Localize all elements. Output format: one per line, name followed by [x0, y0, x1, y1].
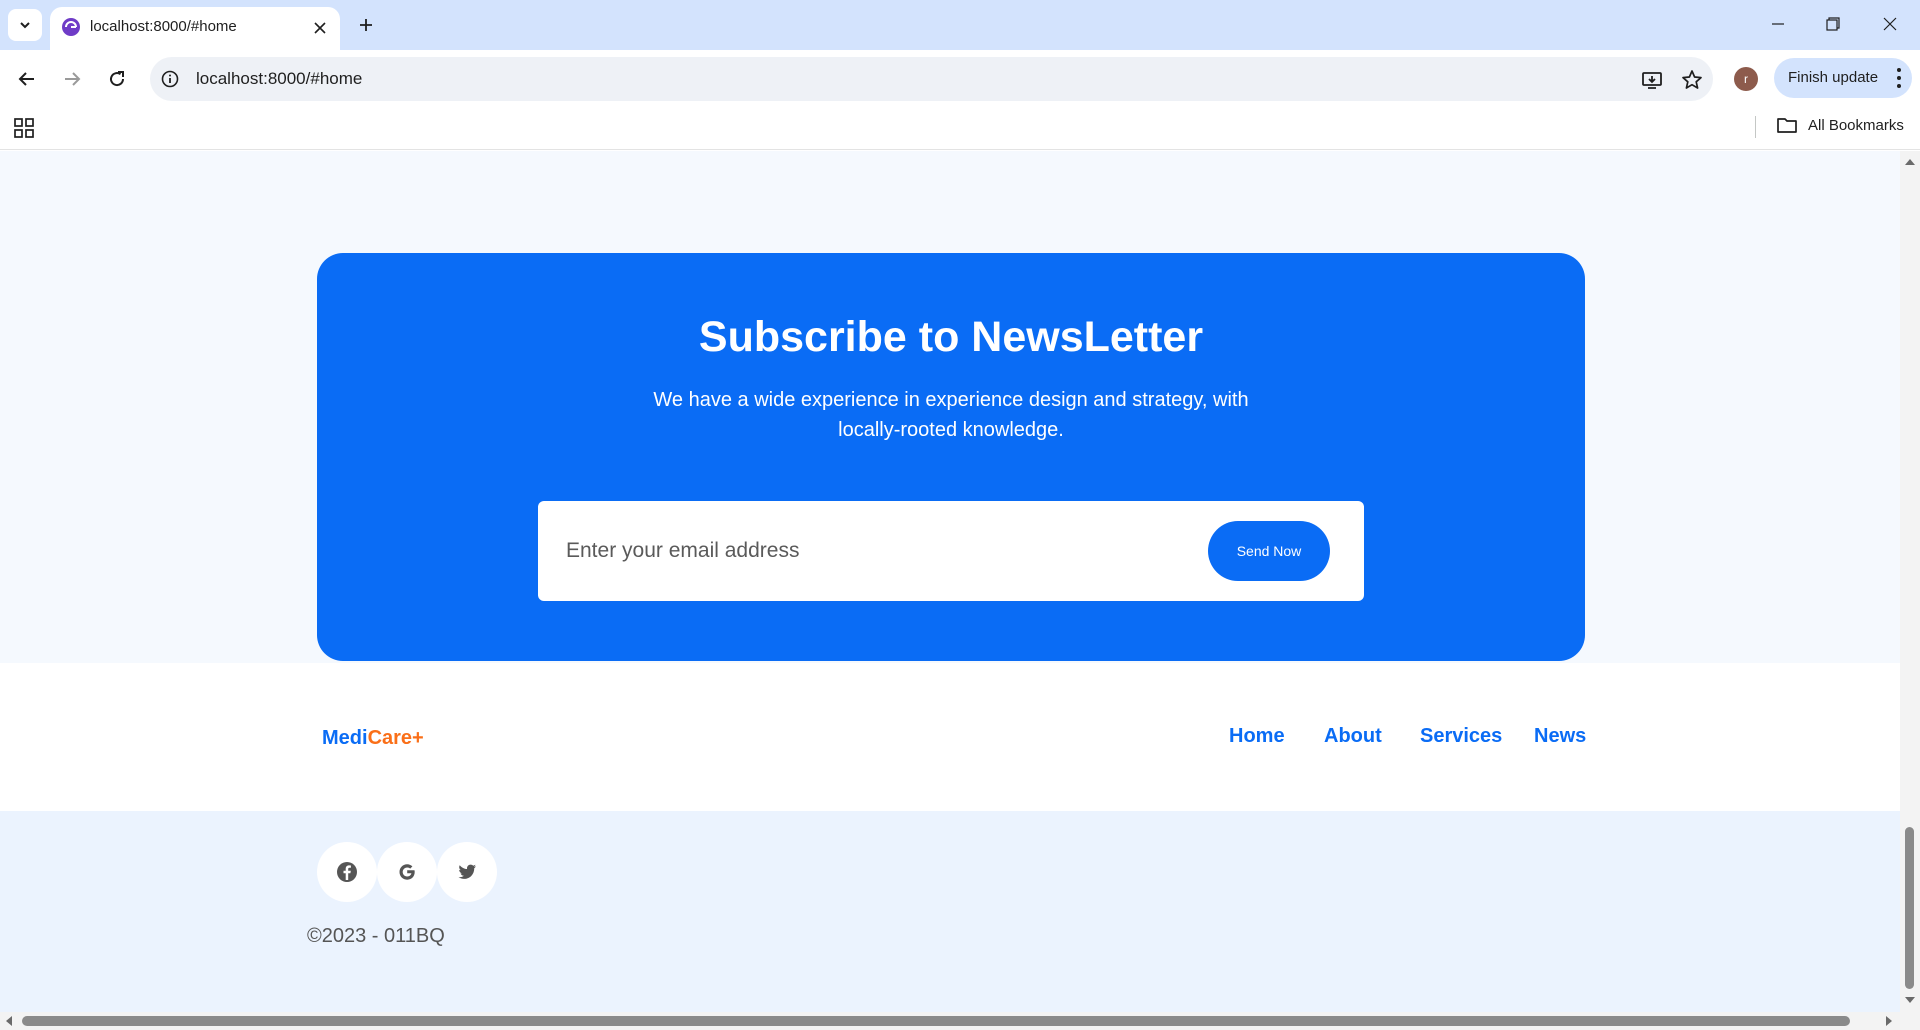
brand-name-part1: Medi — [322, 727, 368, 749]
close-icon — [1883, 17, 1897, 31]
restore-button[interactable] — [1813, 8, 1853, 40]
bookmarks-bar: All Bookmarks — [0, 108, 1920, 150]
newsletter-form: Send Now — [538, 501, 1364, 601]
close-window-button[interactable] — [1870, 8, 1910, 40]
footer-nav: MediCare+ Home About Services News — [0, 663, 1900, 811]
footer-link-home[interactable]: Home — [1229, 725, 1285, 748]
scroll-left-arrow-icon[interactable] — [6, 1016, 12, 1026]
horizontal-scroll-thumb[interactable] — [22, 1016, 1850, 1026]
arrow-right-icon — [65, 72, 81, 86]
finish-update-button[interactable]: Finish update — [1774, 58, 1912, 98]
brand-name-part2: Care+ — [367, 727, 424, 749]
footer-link-services[interactable]: Services — [1420, 725, 1502, 748]
footer-link-news[interactable]: News — [1534, 725, 1586, 748]
restore-icon — [1826, 17, 1840, 31]
newsletter-title: Subscribe to NewsLetter — [698, 313, 1204, 361]
site-favicon-icon — [62, 18, 80, 36]
twitter-icon — [458, 864, 476, 879]
active-tab[interactable]: localhost:8000/#home — [50, 7, 340, 50]
reload-icon — [110, 71, 125, 87]
install-app-icon[interactable] — [1640, 68, 1664, 92]
bookmarks-separator — [1755, 116, 1756, 138]
address-bar[interactable]: localhost:8000/#home — [150, 57, 1713, 101]
send-now-button[interactable]: Send Now — [1208, 521, 1330, 581]
browser-toolbar: localhost:8000/#home r Finish update — [0, 50, 1920, 108]
bookmark-star-icon[interactable] — [1680, 68, 1704, 92]
reload-button[interactable] — [101, 63, 133, 95]
scroll-up-arrow-icon[interactable] — [1905, 159, 1915, 165]
footer-link-about[interactable]: About — [1324, 725, 1382, 748]
newsletter-description: We have a wide experience in experience … — [653, 389, 1249, 441]
back-button[interactable] — [11, 63, 43, 95]
page-viewport: Subscribe to NewsLetter We have a wide e… — [0, 151, 1900, 1012]
scroll-down-arrow-icon[interactable] — [1905, 997, 1915, 1003]
apps-grid-icon[interactable] — [13, 117, 35, 139]
profile-avatar[interactable]: r — [1734, 67, 1758, 91]
twitter-button[interactable] — [437, 842, 497, 902]
more-vertical-icon — [1896, 68, 1902, 88]
close-tab-button[interactable] — [310, 18, 330, 38]
vertical-scrollbar[interactable] — [1900, 151, 1920, 1012]
all-bookmarks-button[interactable]: All Bookmarks — [1776, 116, 1904, 134]
arrow-left-icon — [18, 72, 34, 86]
email-input[interactable] — [566, 531, 1166, 571]
copyright-text: ©2023 - 011BQ — [307, 925, 445, 947]
chevron-down-icon — [20, 22, 30, 29]
site-info-icon[interactable] — [160, 69, 180, 89]
horizontal-scrollbar[interactable] — [0, 1012, 1920, 1030]
facebook-button[interactable] — [317, 842, 377, 902]
url-text[interactable]: localhost:8000/#home — [196, 69, 362, 89]
plus-icon — [360, 19, 372, 31]
google-icon — [399, 864, 415, 880]
facebook-icon — [337, 862, 357, 882]
folder-icon — [1777, 118, 1797, 133]
newsletter-section: Subscribe to NewsLetter We have a wide e… — [317, 253, 1585, 661]
scroll-right-arrow-icon[interactable] — [1886, 1016, 1892, 1026]
new-tab-button[interactable] — [352, 11, 380, 39]
footer-bottom: ©2023 - 011BQ — [0, 811, 1900, 1012]
tab-search-button[interactable] — [8, 9, 42, 41]
close-icon — [314, 22, 326, 34]
google-button[interactable] — [377, 842, 437, 902]
forward-button[interactable] — [56, 63, 88, 95]
vertical-scroll-thumb[interactable] — [1905, 827, 1914, 989]
minimize-button[interactable] — [1758, 8, 1798, 40]
minimize-icon — [1772, 23, 1784, 25]
all-bookmarks-label: All Bookmarks — [1808, 116, 1904, 134]
tab-title: localhost:8000/#home — [90, 18, 237, 35]
tab-strip: localhost:8000/#home — [0, 0, 1920, 50]
finish-update-label: Finish update — [1788, 69, 1879, 86]
brand-logo[interactable]: MediCare+ — [322, 727, 424, 750]
